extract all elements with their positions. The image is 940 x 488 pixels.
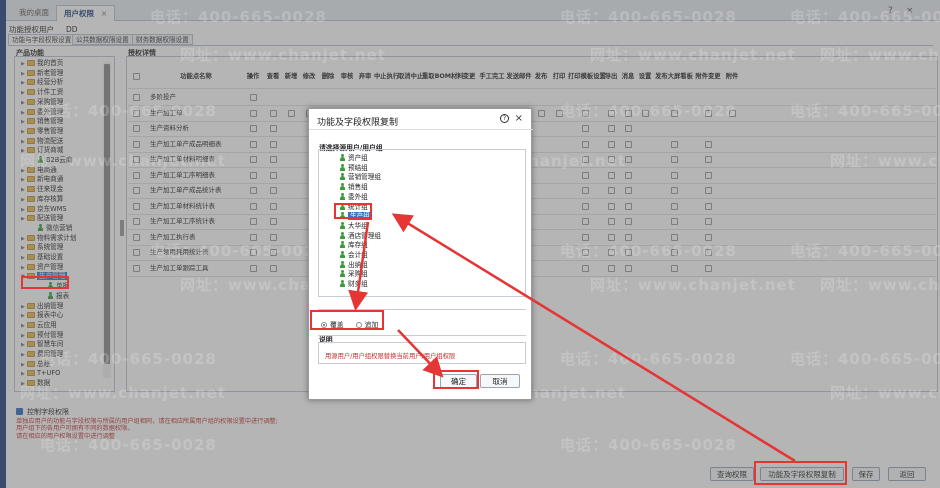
annotation-arrows xyxy=(348,213,796,463)
arrow-to-production-group xyxy=(391,213,796,463)
arrow-to-ok-button xyxy=(397,329,444,378)
arrow-to-mode-radio xyxy=(348,221,370,311)
